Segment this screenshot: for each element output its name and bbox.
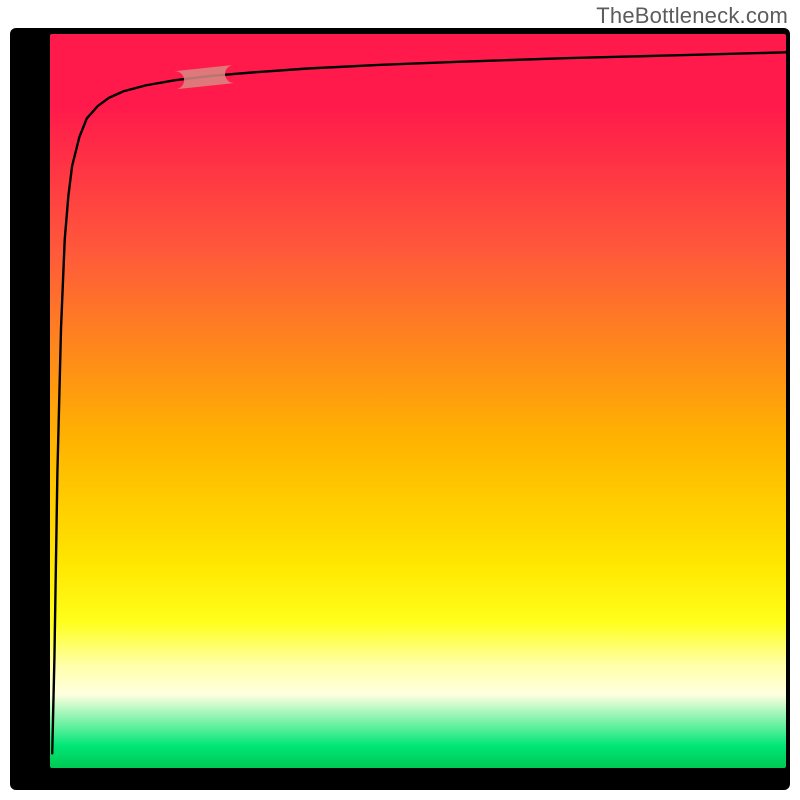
curve-layer <box>50 34 786 768</box>
chart-frame <box>10 28 790 790</box>
chart-stage: TheBottleneck.com <box>0 0 800 800</box>
watermark-text: TheBottleneck.com <box>596 3 788 29</box>
curve-path <box>52 52 786 753</box>
highlight-capsule <box>174 65 235 89</box>
plot-area <box>50 34 786 768</box>
